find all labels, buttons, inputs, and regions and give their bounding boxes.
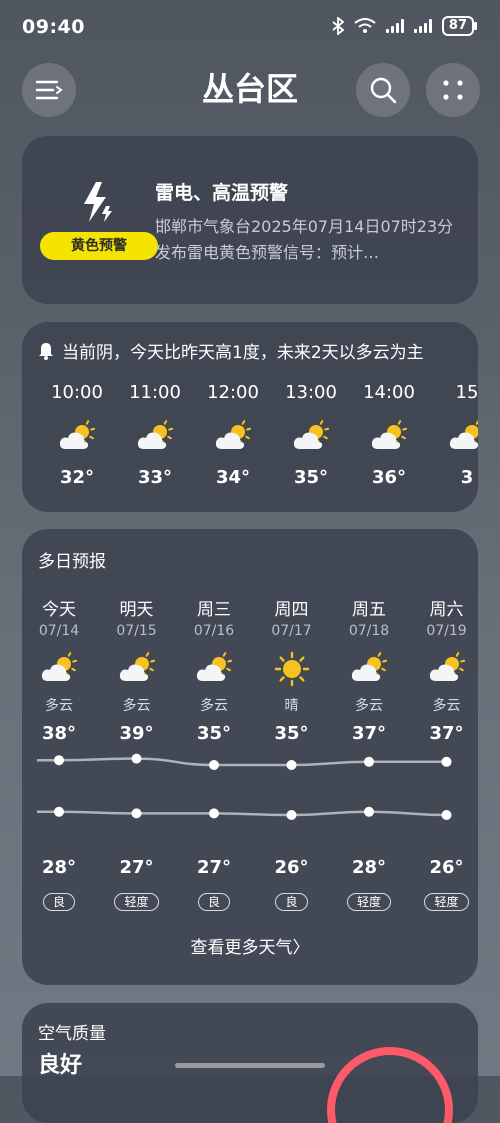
hour-temp: 34° (215, 467, 251, 488)
wifi-icon (354, 18, 376, 33)
partly-cloudy-icon (293, 420, 330, 449)
home-indicator[interactable] (175, 1063, 325, 1068)
lightning-icon (84, 182, 112, 222)
bluetooth-icon (332, 17, 344, 35)
hour-time: 13:00 (285, 382, 337, 403)
hourly-item[interactable]: 12:00 34° (194, 382, 272, 488)
alert-level-badge: 黄色预警 (40, 232, 158, 260)
high-temp-point (54, 755, 64, 766)
hour-time: 10:00 (51, 382, 103, 403)
hour-time: 12:00 (207, 382, 259, 403)
hour-temp: 32° (59, 467, 95, 488)
hourly-item[interactable]: 14:00 36° (350, 382, 428, 488)
hourly-item[interactable]: 15 3 (428, 382, 478, 488)
high-temp-line (37, 757, 447, 767)
search-button[interactable] (356, 63, 410, 117)
high-temp-point (209, 760, 219, 770)
signal-icon-2 (413, 19, 432, 33)
high-temp-point (441, 756, 452, 767)
status-icons: 87 (332, 16, 478, 36)
more-button[interactable] (426, 63, 480, 117)
low-temp-point (441, 810, 452, 820)
battery-indicator: 87 (441, 16, 478, 36)
signal-icon (385, 19, 404, 33)
hour-time: 11:00 (129, 382, 181, 403)
hour-temp: 33° (137, 467, 173, 488)
hourly-item[interactable]: 10:00 32° (38, 382, 116, 488)
low-temp-point (209, 808, 219, 819)
temperature-curves (37, 753, 452, 820)
hour-temp: 35° (293, 467, 329, 488)
status-time: 09:40 (22, 16, 85, 38)
low-temp-point (131, 808, 142, 819)
high-temp-point (131, 753, 142, 764)
weather-alert-card[interactable]: 黄色预警 雷电、高温预警 邯郸市气象台2025年07月14日07时23分发布雷电… (22, 136, 478, 304)
hourly-summary-text: 当前阴，今天比昨天高1度，未来2天以多云为主 (62, 343, 424, 363)
partly-cloudy-icon (215, 420, 252, 449)
low-temp-point (364, 806, 374, 817)
high-temp-point (364, 756, 374, 767)
partly-cloudy-icon (449, 420, 478, 449)
bell-icon (39, 342, 53, 360)
partly-cloudy-icon (371, 420, 408, 449)
more-icon (443, 80, 463, 100)
hourly-forecast-card[interactable]: 当前阴，今天比昨天高1度，未来2天以多云为主 10:00 32° 11:00 33° 1… (22, 322, 478, 512)
more-weather-link[interactable]: 查看更多天气〉 (22, 933, 478, 958)
air-quality-value: 良好 (38, 1053, 83, 1078)
status-bar: 09:40 87 (0, 0, 500, 56)
high-temp-point (286, 760, 297, 770)
air-quality-ring (327, 1047, 453, 1123)
low-temp-point (286, 810, 297, 820)
hourly-summary: 当前阴，今天比昨天高1度，未来2天以多云为主 (38, 338, 424, 363)
hour-temp: 3 (460, 467, 474, 488)
partly-cloudy-icon (59, 420, 96, 449)
air-quality-title: 空气质量 (38, 1024, 106, 1044)
low-temp-line (37, 810, 447, 817)
hour-time: 15 (455, 382, 478, 403)
search-icon (370, 77, 397, 104)
hourly-item[interactable]: 13:00 35° (272, 382, 350, 488)
alert-body: 邯郸市气象台2025年07月14日07时23分发布雷电黄色预警信号：预计… (155, 217, 454, 262)
hour-time: 14:00 (363, 382, 415, 403)
alert-icon-group: 黄色预警 (40, 180, 158, 260)
partly-cloudy-icon (137, 420, 174, 449)
hourly-item[interactable]: 11:00 33° (116, 382, 194, 488)
hour-temp: 36° (371, 467, 407, 488)
low-temp-point (54, 806, 64, 817)
daily-forecast-card[interactable]: 多日预报 今天 07/14 多云 38° 28° 良明天 07/15 多云 39° 27° 轻度 周三… (22, 529, 478, 985)
page-title: 丛台区 (201, 70, 298, 108)
alert-title: 雷电、高温预警 (155, 182, 289, 204)
